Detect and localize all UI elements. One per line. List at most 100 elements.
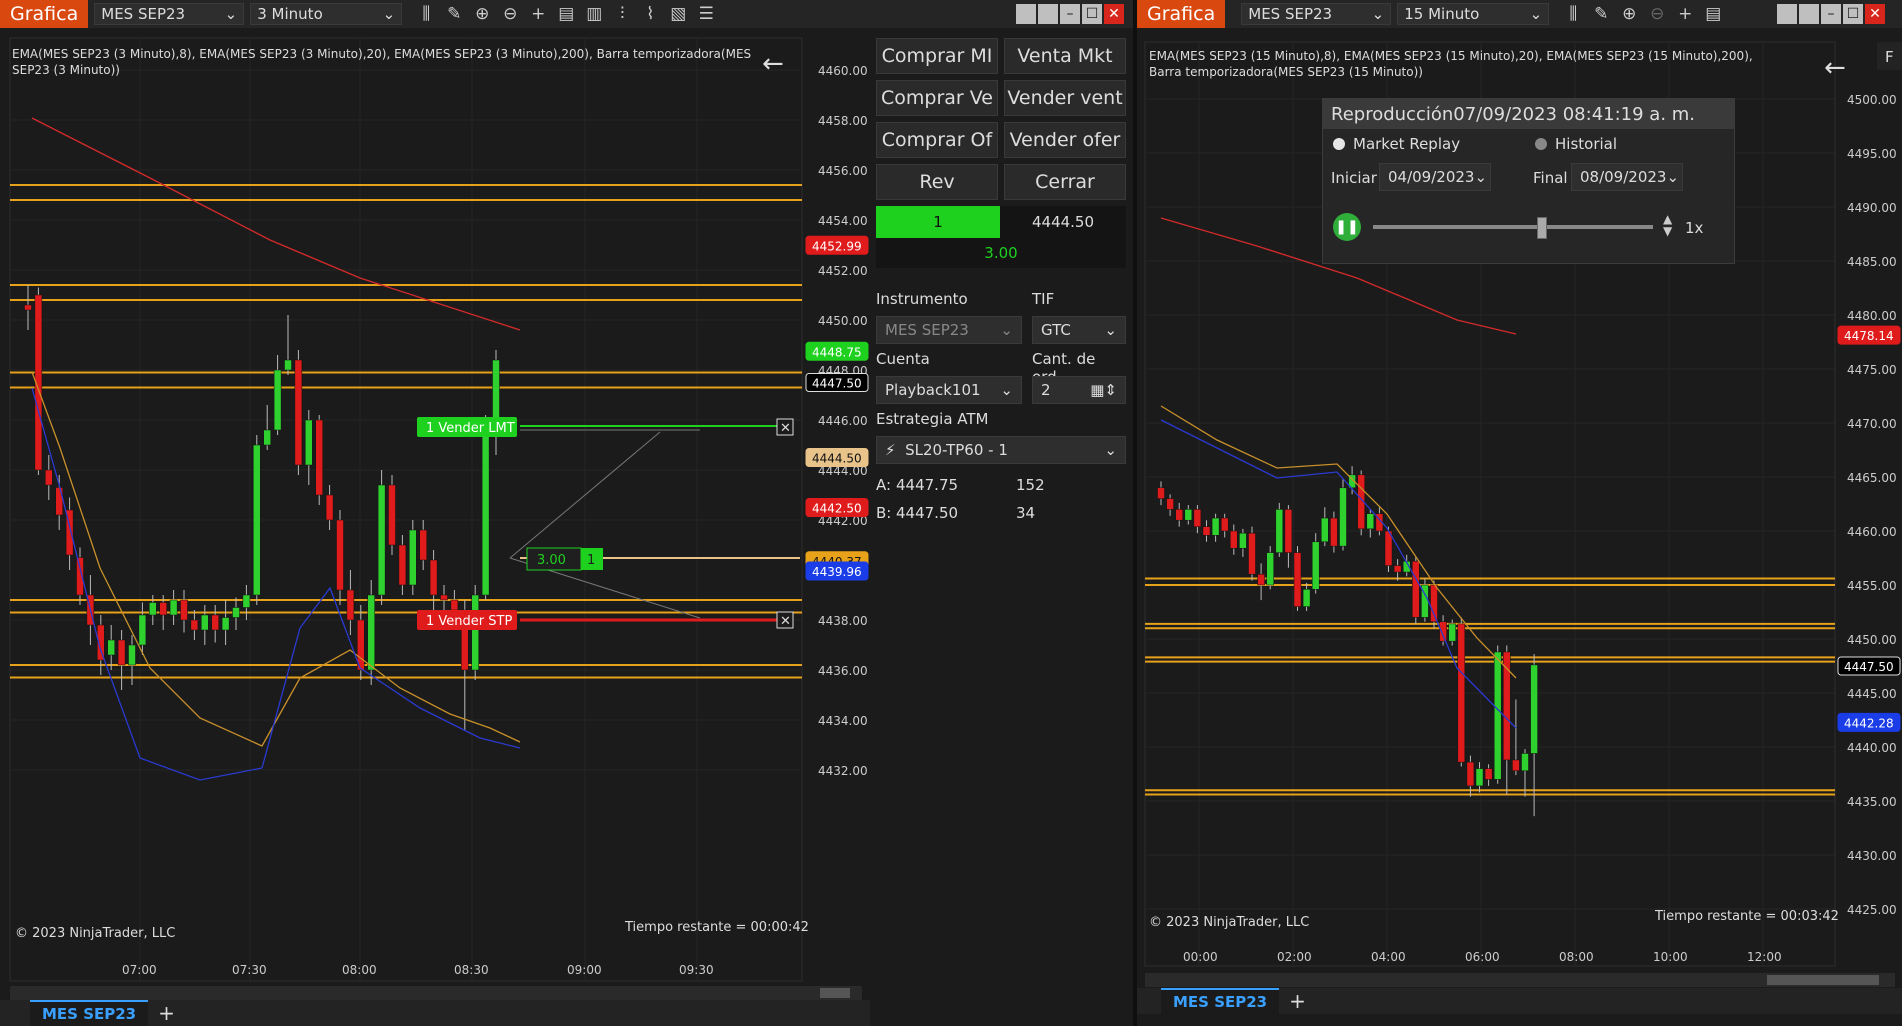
right-corner-label: F xyxy=(1885,48,1894,66)
speed-stepper-icon[interactable]: ▲ ▼ xyxy=(1663,213,1672,237)
left-instrument-select[interactable]: MES SEP23 ⌄ xyxy=(94,3,245,25)
restore-icon[interactable] xyxy=(1799,4,1819,24)
historical-radio[interactable]: Historial xyxy=(1535,135,1617,153)
left-timeframe-select[interactable]: 3 Minuto ⌄ xyxy=(250,3,403,25)
zoom-in-icon[interactable]: ⊕ xyxy=(468,0,496,28)
buy-ask-button[interactable]: Comprar Of xyxy=(876,122,998,158)
back-arrow-icon[interactable]: ← xyxy=(762,49,784,79)
close-icon[interactable]: ✕ xyxy=(1865,4,1885,24)
price-marker-label: 4478.14 xyxy=(1844,329,1894,343)
sell-bid-button[interactable]: Vender vent xyxy=(1004,80,1126,116)
account-select[interactable]: Playback101 ⌄ xyxy=(876,376,1022,404)
data-box-icon[interactable]: ▤ xyxy=(552,0,580,28)
chevron-down-icon: ⌄ xyxy=(382,5,396,23)
left-tab-mes[interactable]: MES SEP23 xyxy=(30,1000,149,1026)
price-tick-label: 4438.00 xyxy=(818,614,868,628)
close-icon: ✕ xyxy=(780,421,791,436)
right-tab-mes[interactable]: MES SEP23 xyxy=(1161,988,1280,1014)
sell-market-button[interactable]: Venta Mkt xyxy=(1004,38,1126,74)
end-date-select[interactable]: 08/09/2023 ⌄ xyxy=(1571,163,1683,191)
instrument-select[interactable]: MES SEP23 ⌄ xyxy=(876,316,1022,344)
price-tick-label: 4480.00 xyxy=(1847,309,1897,323)
price-tick-label: 4485.00 xyxy=(1847,255,1897,269)
time-tick-label: 06:00 xyxy=(1465,950,1500,964)
qty-value: 2 xyxy=(1041,381,1051,399)
zoom-out-icon[interactable]: ⊖ xyxy=(496,0,524,28)
bar-type-icon[interactable]: ⫼ xyxy=(412,0,440,28)
tif-select[interactable]: GTC ⌄ xyxy=(1032,316,1126,344)
left-toolbar: Grafica MES SEP23 ⌄ 3 Minuto ⌄ ⫼ ✎ ⊕ ⊖ +… xyxy=(0,0,1133,28)
position-qty-cell: 1 xyxy=(876,206,1000,238)
menu-icon[interactable]: ☰ xyxy=(692,0,720,28)
price-tick-label: 4490.00 xyxy=(1847,201,1897,215)
lightning-icon: ⚡ xyxy=(885,441,896,459)
pin-icon[interactable] xyxy=(1016,4,1036,24)
crosshair-icon[interactable]: + xyxy=(1671,0,1699,28)
price-marker-label: 4444.50 xyxy=(812,452,862,466)
chevron-down-icon: ⌄ xyxy=(224,5,238,23)
left-chart[interactable]: 4460.00 4458.00 4456.00 4454.00 4452.00 4450.… xyxy=(0,28,870,1026)
minimize-icon[interactable]: – xyxy=(1060,4,1080,24)
bar-type-icon[interactable]: ⫼ xyxy=(1559,0,1587,28)
minimize-icon[interactable]: – xyxy=(1821,4,1841,24)
properties-icon[interactable]: ▧ xyxy=(664,0,692,28)
left-window-controls: – ☐ ✕ xyxy=(1016,4,1124,24)
qty-stepper[interactable]: 2 ▦⇕ xyxy=(1032,376,1126,404)
left-window-title: Grafica xyxy=(0,0,89,28)
maximize-icon[interactable]: ☐ xyxy=(1843,4,1863,24)
buy-market-button[interactable]: Comprar MI xyxy=(876,38,998,74)
start-date-select[interactable]: 04/09/2023 ⌄ xyxy=(1379,163,1491,191)
price-tick-label: 4455.00 xyxy=(1847,579,1897,593)
price-tick-label: 4434.00 xyxy=(818,714,868,728)
pnl-cell: 3.00 xyxy=(876,238,1126,268)
chevron-down-icon: ⌄ xyxy=(1474,168,1488,186)
price-tick-label: 4450.00 xyxy=(1847,633,1897,647)
replay-panel: Reproducción07/09/2023 08:41:19 a. m. Ma… xyxy=(1322,98,1735,264)
right-timeframe-select[interactable]: 15 Minuto ⌄ xyxy=(1397,3,1550,25)
draw-tool-icon[interactable]: ✎ xyxy=(1587,0,1615,28)
chevron-down-icon: ⌄ xyxy=(1104,321,1117,339)
calculator-icon[interactable]: ▦⇕ xyxy=(1090,381,1117,399)
chevron-down-icon: ⌄ xyxy=(1000,381,1013,399)
pin-icon[interactable] xyxy=(1777,4,1797,24)
data-box-icon[interactable]: ▤ xyxy=(1699,0,1727,28)
add-tab-icon[interactable]: + xyxy=(148,1001,185,1025)
market-replay-radio[interactable]: Market Replay xyxy=(1333,135,1460,153)
atm-select[interactable]: ⚡ SL20-TP60 - 1 ⌄ xyxy=(876,436,1126,464)
crosshair-icon[interactable]: + xyxy=(524,0,552,28)
strategies-icon[interactable]: ⌇ xyxy=(636,0,664,28)
draw-tool-icon[interactable]: ✎ xyxy=(440,0,468,28)
buy-bid-button[interactable]: Comprar Ve xyxy=(876,80,998,116)
zoom-in-icon[interactable]: ⊕ xyxy=(1615,0,1643,28)
replay-title: Reproducción07/09/2023 08:41:19 a. m. xyxy=(1323,99,1734,129)
left-scrollbar[interactable] xyxy=(10,986,862,1000)
sell-stop-order-label: 1 Vender STP xyxy=(426,614,512,629)
replay-speed-slider[interactable] xyxy=(1373,225,1653,229)
pause-button[interactable]: ❚❚ xyxy=(1333,213,1361,241)
sell-ask-button[interactable]: Vender ofer xyxy=(1004,122,1126,158)
add-tab-icon[interactable]: + xyxy=(1279,989,1316,1013)
close-icon[interactable]: ✕ xyxy=(1104,4,1124,24)
right-window-controls: – ☐ ✕ xyxy=(1777,4,1885,24)
price-marker-label: 4448.75 xyxy=(812,345,862,359)
back-arrow-icon[interactable]: ← xyxy=(1824,53,1846,83)
slider-handle[interactable] xyxy=(1537,217,1547,239)
reverse-button[interactable]: Rev xyxy=(876,164,998,200)
time-tick-label: 08:00 xyxy=(1559,950,1594,964)
close-position-button[interactable]: Cerrar xyxy=(1004,164,1126,200)
time-tick-label: 10:00 xyxy=(1653,950,1688,964)
zoom-out-icon[interactable]: ⊖ xyxy=(1643,0,1671,28)
chart-trader-icon[interactable]: ▥ xyxy=(580,0,608,28)
right-instrument-select[interactable]: MES SEP23 ⌄ xyxy=(1241,3,1392,25)
price-tick-label: 4458.00 xyxy=(818,114,868,128)
restore-icon[interactable] xyxy=(1038,4,1058,24)
atm-label: Estrategia ATM xyxy=(876,410,989,428)
position-qty-label: 3.00 xyxy=(537,553,566,568)
price-marker-label: 4439.96 xyxy=(812,565,862,579)
maximize-icon[interactable]: ☐ xyxy=(1082,4,1102,24)
price-tick-label: 4445.00 xyxy=(1847,687,1897,701)
left-time-remaining: Tiempo restante = 00:00:42 xyxy=(624,920,809,935)
indicators-icon[interactable]: ⫶ xyxy=(608,0,636,28)
left-chart-window: Grafica MES SEP23 ⌄ 3 Minuto ⌄ ⫼ ✎ ⊕ ⊖ +… xyxy=(0,0,1133,1026)
right-instrument-value: MES SEP23 xyxy=(1248,5,1333,23)
